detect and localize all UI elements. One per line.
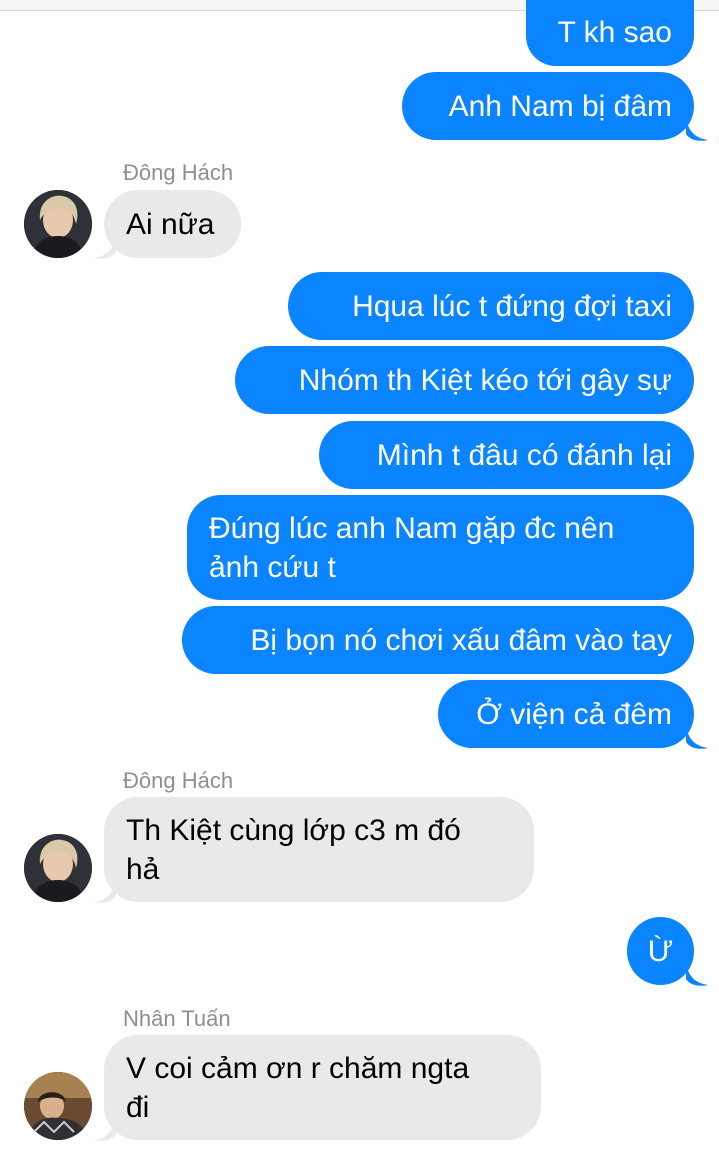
message-text: Mình t đâu có đánh lại [376,439,672,472]
avatar[interactable] [24,1072,92,1140]
sender-name: Đông Hách [123,160,234,185]
outgoing-message[interactable]: Ở viện cả đêm [438,680,694,748]
outgoing-message[interactable]: Hqua lúc t đứng đợi taxi [288,272,694,340]
avatar[interactable] [24,190,92,258]
avatar-image [24,190,92,258]
avatar[interactable] [24,834,92,902]
incoming-bubble-tail [94,236,116,259]
message-text: Ừ [647,935,674,968]
message-line: đi [126,1091,150,1124]
message-text: T kh sao [557,16,672,49]
message-line: Đúng lúc anh Nam gặp đc nên [209,512,615,545]
message-line: ảnh cứu t [209,551,336,584]
incoming-bubble-tail [94,1118,116,1141]
incoming-message[interactable]: Th Kiệt cùng lớp c3 m đó hả [104,797,534,902]
message-text: Hqua lúc t đứng đợi taxi [352,290,672,323]
sender-name: Đông Hách [123,768,234,793]
outgoing-message[interactable]: Anh Nam bị đâm [402,72,694,140]
message-text: Nhóm th Kiệt kéo tới gây sự [298,364,672,397]
incoming-message[interactable]: Ai nữa [104,190,241,258]
message-text: Bị bọn nó chơi xấu đâm vào tay [250,624,672,657]
outgoing-message[interactable]: Đúng lúc anh Nam gặp đc nên ảnh cứu t [187,495,694,600]
outgoing-message[interactable]: T kh sao [526,0,694,66]
sender-name: Nhân Tuấn [123,1006,231,1031]
message-line: V coi cảm ơn r chăm ngta [126,1052,470,1085]
message-text: Ai nữa [126,208,215,241]
incoming-message[interactable]: V coi cảm ơn r chăm ngta đi [104,1035,541,1140]
outgoing-message[interactable]: Bị bọn nó chơi xấu đâm vào tay [182,606,694,674]
outgoing-bubble-tail [686,118,708,141]
outgoing-message[interactable]: Ừ [627,917,694,985]
message-line: Th Kiệt cùng lớp c3 m đó [126,814,461,847]
avatar-image [24,834,92,902]
outgoing-message[interactable]: Nhóm th Kiệt kéo tới gây sự [235,346,694,414]
outgoing-bubble-tail [686,963,708,986]
message-line: hả [126,853,160,886]
message-text: Ở viện cả đêm [476,698,672,731]
avatar-image [24,1072,92,1140]
outgoing-bubble-tail [686,726,708,749]
incoming-bubble-tail [94,880,116,903]
outgoing-message[interactable]: Mình t đâu có đánh lại [319,421,694,489]
message-text: Anh Nam bị đâm [448,90,672,123]
